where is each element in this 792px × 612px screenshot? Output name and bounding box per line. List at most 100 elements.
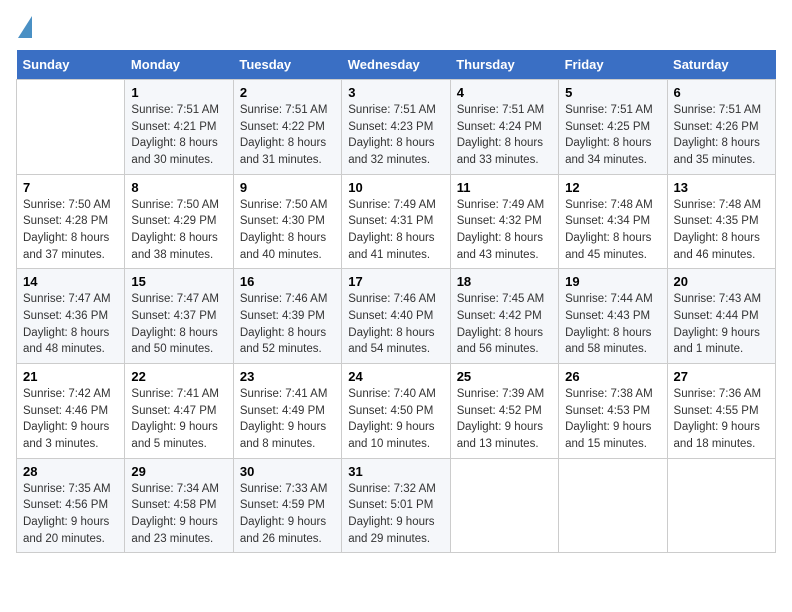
day-number: 22 — [131, 369, 226, 384]
day-number: 17 — [348, 274, 443, 289]
header-sunday: Sunday — [17, 50, 125, 80]
day-number: 31 — [348, 464, 443, 479]
calendar-cell: 28 Sunrise: 7:35 AMSunset: 4:56 PMDayligh… — [17, 458, 125, 553]
day-number: 10 — [348, 180, 443, 195]
day-info: Sunrise: 7:40 AMSunset: 4:50 PMDaylight:… — [348, 386, 443, 453]
day-number: 18 — [457, 274, 552, 289]
day-info: Sunrise: 7:39 AMSunset: 4:52 PMDaylight:… — [457, 386, 552, 453]
calendar-cell: 14Sunrise: 7:47 AMSunset: 4:36 PMDayligh… — [17, 269, 125, 364]
calendar-cell: 22 Sunrise: 7:41 AMSunset: 4:47 PMDayligh… — [125, 364, 233, 459]
day-info: Sunrise: 7:41 AMSunset: 4:47 PMDaylight:… — [131, 386, 226, 453]
calendar-cell — [667, 458, 775, 553]
day-info: Sunrise: 7:50 AMSunset: 4:29 PMDaylight:… — [131, 197, 226, 264]
day-info: Sunrise: 7:38 AMSunset: 4:53 PMDaylight:… — [565, 386, 660, 453]
day-number: 29 — [131, 464, 226, 479]
day-info: Sunrise: 7:51 AMSunset: 4:23 PMDaylight:… — [348, 102, 443, 169]
calendar-cell — [450, 458, 558, 553]
day-info: Sunrise: 7:46 AMSunset: 4:40 PMDaylight:… — [348, 291, 443, 358]
calendar-cell: 21 Sunrise: 7:42 AMSunset: 4:46 PMDayligh… — [17, 364, 125, 459]
day-info: Sunrise: 7:42 AMSunset: 4:46 PMDaylight:… — [23, 386, 118, 453]
day-info: Sunrise: 7:51 AMSunset: 4:21 PMDaylight:… — [131, 102, 226, 169]
calendar-cell: 25 Sunrise: 7:39 AMSunset: 4:52 PMDayligh… — [450, 364, 558, 459]
day-number: 1 — [131, 85, 226, 100]
day-number: 30 — [240, 464, 335, 479]
week-row-4: 21 Sunrise: 7:42 AMSunset: 4:46 PMDayligh… — [17, 364, 776, 459]
day-info: Sunrise: 7:51 AMSunset: 4:22 PMDaylight:… — [240, 102, 335, 169]
day-info: Sunrise: 7:46 AMSunset: 4:39 PMDaylight:… — [240, 291, 335, 358]
calendar-cell: 15Sunrise: 7:47 AMSunset: 4:37 PMDayligh… — [125, 269, 233, 364]
calendar-cell: 30Sunrise: 7:33 AMSunset: 4:59 PMDayligh… — [233, 458, 341, 553]
day-number: 27 — [674, 369, 769, 384]
week-row-3: 14Sunrise: 7:47 AMSunset: 4:36 PMDayligh… — [17, 269, 776, 364]
calendar-cell: 13 Sunrise: 7:48 AMSunset: 4:35 PMDayligh… — [667, 174, 775, 269]
header-monday: Monday — [125, 50, 233, 80]
calendar-cell: 31Sunrise: 7:32 AMSunset: 5:01 PMDayligh… — [342, 458, 450, 553]
day-info: Sunrise: 7:48 AMSunset: 4:34 PMDaylight:… — [565, 197, 660, 264]
day-info: Sunrise: 7:35 AMSunset: 4:56 PMDaylight:… — [23, 481, 118, 548]
day-number: 9 — [240, 180, 335, 195]
day-info: Sunrise: 7:43 AMSunset: 4:44 PMDaylight:… — [674, 291, 769, 358]
day-info: Sunrise: 7:48 AMSunset: 4:35 PMDaylight:… — [674, 197, 769, 264]
day-info: Sunrise: 7:50 AMSunset: 4:28 PMDaylight:… — [23, 197, 118, 264]
day-number: 23 — [240, 369, 335, 384]
day-number: 24 — [348, 369, 443, 384]
day-info: Sunrise: 7:41 AMSunset: 4:49 PMDaylight:… — [240, 386, 335, 453]
calendar-cell: 9 Sunrise: 7:50 AMSunset: 4:30 PMDaylight… — [233, 174, 341, 269]
calendar-table: SundayMondayTuesdayWednesdayThursdayFrid… — [16, 50, 776, 553]
day-number: 26 — [565, 369, 660, 384]
calendar-cell: 10 Sunrise: 7:49 AMSunset: 4:31 PMDayligh… — [342, 174, 450, 269]
calendar-cell: 24 Sunrise: 7:40 AMSunset: 4:50 PMDayligh… — [342, 364, 450, 459]
day-info: Sunrise: 7:45 AMSunset: 4:42 PMDaylight:… — [457, 291, 552, 358]
calendar-cell: 17 Sunrise: 7:46 AMSunset: 4:40 PMDayligh… — [342, 269, 450, 364]
page-header — [16, 16, 776, 38]
day-number: 25 — [457, 369, 552, 384]
calendar-cell: 19 Sunrise: 7:44 AMSunset: 4:43 PMDayligh… — [559, 269, 667, 364]
logo — [16, 16, 32, 38]
calendar-cell: 5Sunrise: 7:51 AMSunset: 4:25 PMDaylight… — [559, 80, 667, 175]
day-info: Sunrise: 7:47 AMSunset: 4:37 PMDaylight:… — [131, 291, 226, 358]
header-saturday: Saturday — [667, 50, 775, 80]
day-info: Sunrise: 7:36 AMSunset: 4:55 PMDaylight:… — [674, 386, 769, 453]
week-row-1: 1 Sunrise: 7:51 AMSunset: 4:21 PMDaylight… — [17, 80, 776, 175]
day-number: 16 — [240, 274, 335, 289]
calendar-cell: 7 Sunrise: 7:50 AMSunset: 4:28 PMDaylight… — [17, 174, 125, 269]
calendar-cell: 16 Sunrise: 7:46 AMSunset: 4:39 PMDayligh… — [233, 269, 341, 364]
day-info: Sunrise: 7:34 AMSunset: 4:58 PMDaylight:… — [131, 481, 226, 548]
calendar-cell: 27 Sunrise: 7:36 AMSunset: 4:55 PMDayligh… — [667, 364, 775, 459]
calendar-header-row: SundayMondayTuesdayWednesdayThursdayFrid… — [17, 50, 776, 80]
header-wednesday: Wednesday — [342, 50, 450, 80]
calendar-cell: 11Sunrise: 7:49 AMSunset: 4:32 PMDayligh… — [450, 174, 558, 269]
day-number: 13 — [674, 180, 769, 195]
calendar-cell: 20Sunrise: 7:43 AMSunset: 4:44 PMDayligh… — [667, 269, 775, 364]
day-number: 4 — [457, 85, 552, 100]
calendar-cell: 29 Sunrise: 7:34 AMSunset: 4:58 PMDayligh… — [125, 458, 233, 553]
day-number: 21 — [23, 369, 118, 384]
day-info: Sunrise: 7:49 AMSunset: 4:32 PMDaylight:… — [457, 197, 552, 264]
calendar-cell: 6 Sunrise: 7:51 AMSunset: 4:26 PMDaylight… — [667, 80, 775, 175]
day-info: Sunrise: 7:49 AMSunset: 4:31 PMDaylight:… — [348, 197, 443, 264]
header-thursday: Thursday — [450, 50, 558, 80]
day-number: 5 — [565, 85, 660, 100]
calendar-cell: 4Sunrise: 7:51 AMSunset: 4:24 PMDaylight… — [450, 80, 558, 175]
day-number: 12 — [565, 180, 660, 195]
week-row-5: 28 Sunrise: 7:35 AMSunset: 4:56 PMDayligh… — [17, 458, 776, 553]
calendar-cell: 2 Sunrise: 7:51 AMSunset: 4:22 PMDaylight… — [233, 80, 341, 175]
day-number: 8 — [131, 180, 226, 195]
day-number: 6 — [674, 85, 769, 100]
calendar-cell: 18 Sunrise: 7:45 AMSunset: 4:42 PMDayligh… — [450, 269, 558, 364]
day-info: Sunrise: 7:50 AMSunset: 4:30 PMDaylight:… — [240, 197, 335, 264]
week-row-2: 7 Sunrise: 7:50 AMSunset: 4:28 PMDaylight… — [17, 174, 776, 269]
day-number: 2 — [240, 85, 335, 100]
day-number: 3 — [348, 85, 443, 100]
header-tuesday: Tuesday — [233, 50, 341, 80]
calendar-cell: 26 Sunrise: 7:38 AMSunset: 4:53 PMDayligh… — [559, 364, 667, 459]
day-info: Sunrise: 7:44 AMSunset: 4:43 PMDaylight:… — [565, 291, 660, 358]
day-number: 19 — [565, 274, 660, 289]
day-number: 7 — [23, 180, 118, 195]
day-number: 28 — [23, 464, 118, 479]
calendar-cell: 8 Sunrise: 7:50 AMSunset: 4:29 PMDaylight… — [125, 174, 233, 269]
calendar-cell — [559, 458, 667, 553]
logo-icon — [18, 16, 32, 38]
day-number: 14 — [23, 274, 118, 289]
day-info: Sunrise: 7:51 AMSunset: 4:26 PMDaylight:… — [674, 102, 769, 169]
